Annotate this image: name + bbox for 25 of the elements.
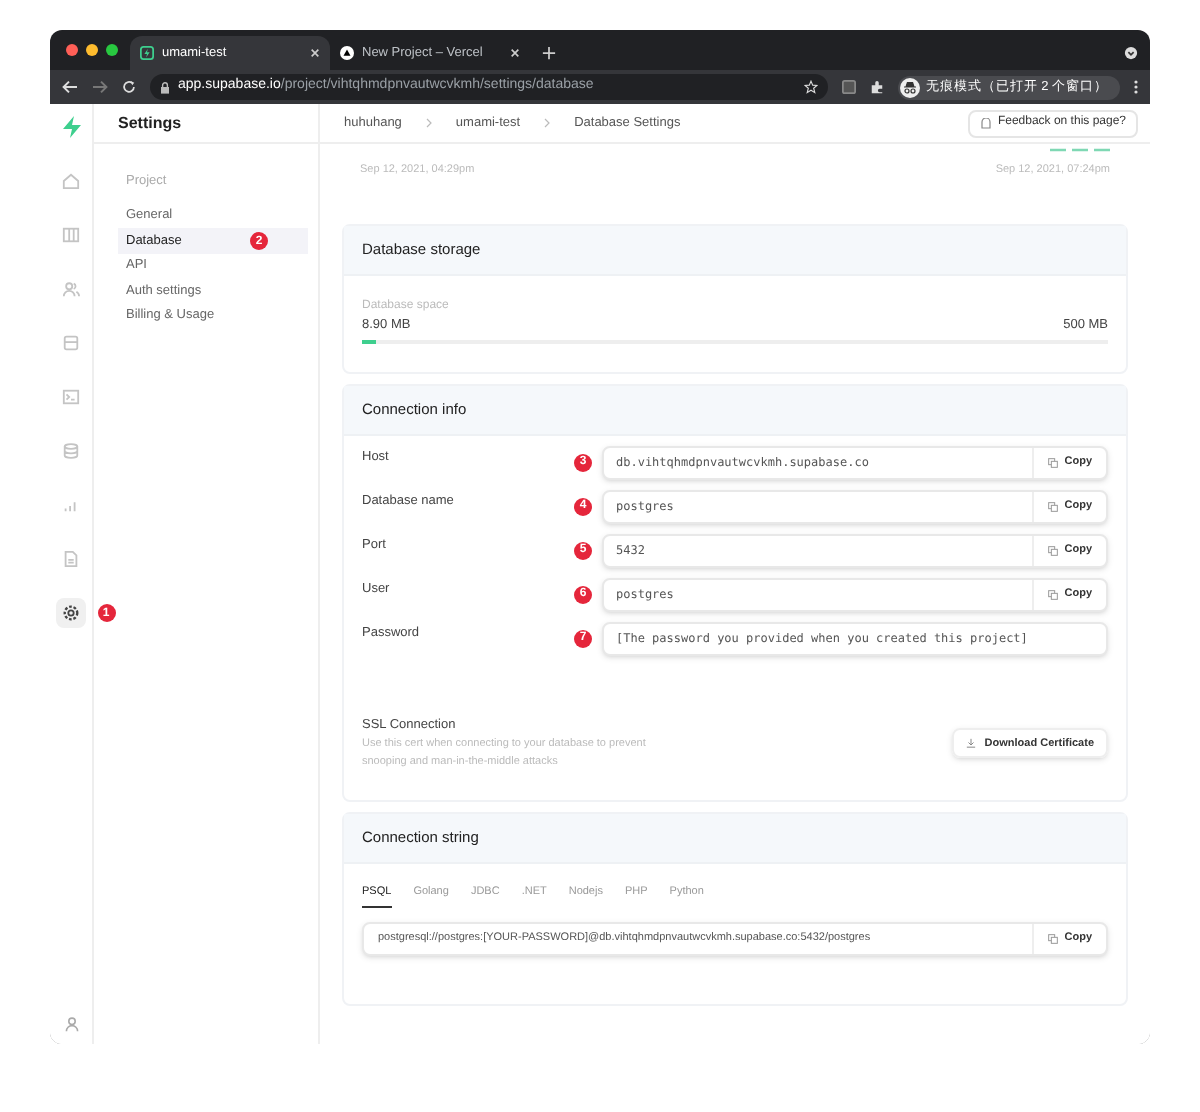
- copy-icon: [1048, 589, 1059, 600]
- puzzle-icon[interactable]: [869, 80, 884, 94]
- tab-favicon-icon: [340, 46, 354, 60]
- sidebar-title: Settings: [94, 104, 318, 144]
- bell-icon: [979, 117, 992, 129]
- reload-icon[interactable]: [122, 80, 136, 94]
- tab-favicon-icon: [140, 46, 154, 60]
- incognito-icon: [899, 77, 920, 97]
- settings-icon[interactable]: [56, 598, 86, 628]
- copy-icon: [1048, 933, 1059, 944]
- new-tab-icon[interactable]: [542, 46, 556, 60]
- copy-icon: [1048, 457, 1059, 468]
- chevron-icon: [425, 118, 432, 128]
- extension-icon[interactable]: [841, 80, 856, 94]
- chevron-icon: [544, 118, 551, 128]
- star-icon[interactable]: [803, 80, 818, 94]
- close-icon[interactable]: [310, 48, 320, 58]
- copy-icon: [1048, 501, 1059, 512]
- tab-search-icon[interactable]: [1124, 46, 1138, 60]
- close-icon[interactable]: [510, 48, 520, 58]
- copy-icon: [1048, 545, 1059, 556]
- download-icon: [966, 738, 977, 749]
- lock-icon: [160, 81, 170, 93]
- forward-icon[interactable]: [92, 80, 108, 94]
- back-icon[interactable]: [62, 80, 78, 94]
